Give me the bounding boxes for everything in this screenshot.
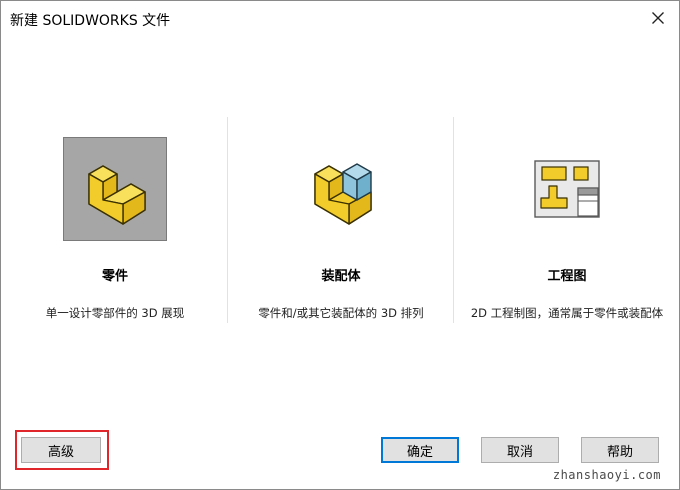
advanced-button[interactable]: 高级 — [21, 437, 101, 463]
drawing-icon — [534, 160, 600, 218]
watermark-text: zhanshaoyi.com — [552, 468, 661, 482]
template-part[interactable]: 零件 单一设计零部件的 3D 展现 — [3, 117, 227, 327]
template-drawing-name: 工程图 — [547, 269, 587, 284]
template-part-description: 单一设计零部件的 3D 展现 — [45, 306, 185, 320]
part-icon — [88, 165, 146, 225]
template-assembly[interactable]: 装配体 零件和/或其它装配体的 3D 排列 — [229, 117, 453, 327]
window-title: 新建 SOLIDWORKS 文件 — [10, 13, 171, 29]
close-button[interactable] — [645, 6, 671, 30]
drawing-icon-tile — [515, 137, 619, 241]
template-drawing[interactable]: 工程图 2D 工程制图，通常属于零件或装配体 — [455, 117, 679, 327]
close-icon — [652, 12, 664, 24]
assembly-icon-tile — [289, 137, 393, 241]
help-button[interactable]: 帮助 — [581, 437, 659, 463]
new-document-dialog: 新建 SOLIDWORKS 文件 零件 单一设计零部件的 3D 展现 装配体 零… — [0, 0, 680, 490]
template-divider — [227, 117, 228, 323]
template-drawing-description: 2D 工程制图，通常属于零件或装配体 — [470, 306, 664, 320]
template-part-name: 零件 — [101, 269, 128, 284]
part-icon-tile — [63, 137, 167, 241]
template-assembly-description: 零件和/或其它装配体的 3D 排列 — [258, 306, 424, 320]
title-bar: 新建 SOLIDWORKS 文件 — [1, 1, 679, 35]
template-assembly-name: 装配体 — [321, 269, 361, 284]
ok-button[interactable]: 确定 — [381, 437, 459, 463]
assembly-icon — [314, 163, 372, 225]
cancel-button[interactable]: 取消 — [481, 437, 559, 463]
template-divider — [453, 117, 454, 323]
